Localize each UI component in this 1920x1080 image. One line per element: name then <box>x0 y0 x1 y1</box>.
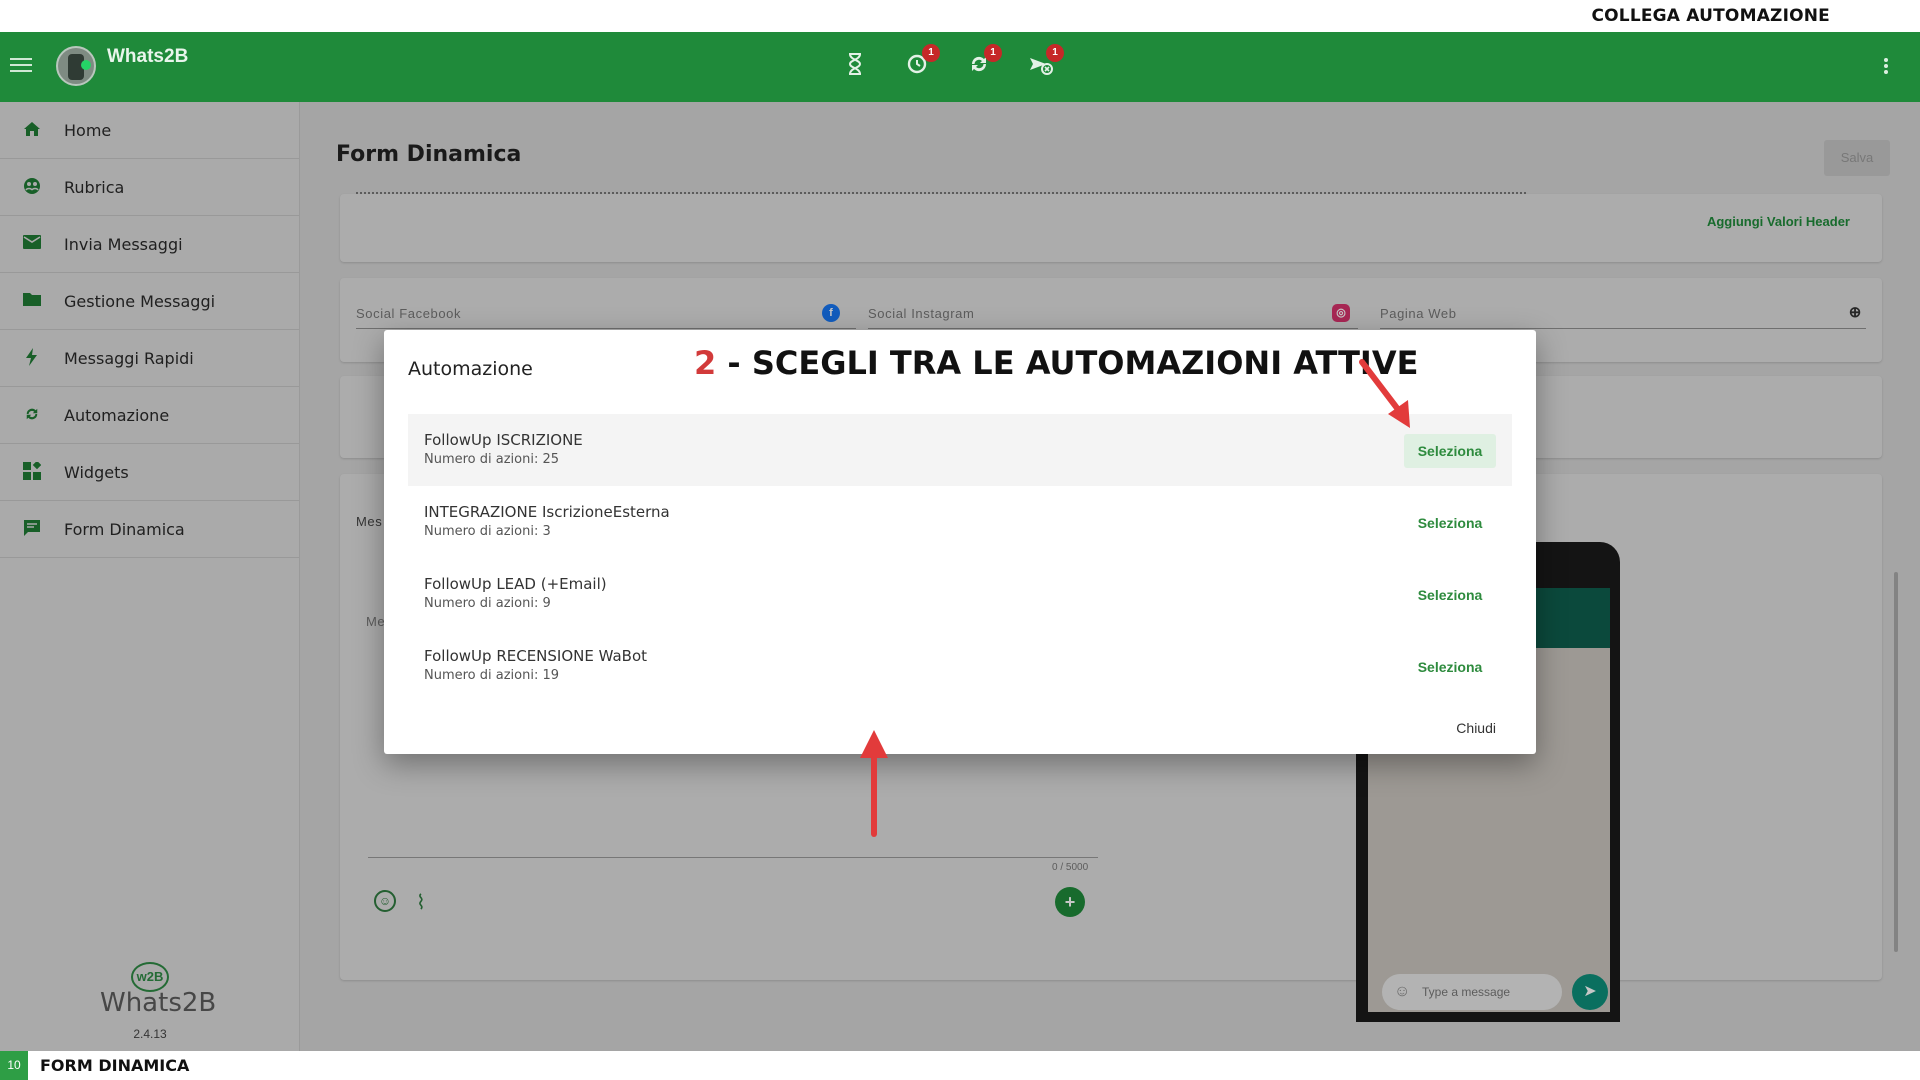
automation-title: FollowUp LEAD (+Email) <box>424 575 607 593</box>
annotation-text: - SCEGLI TRA LE AUTOMAZIONI ATTIVE <box>716 344 1419 382</box>
tutorial-annotation: 2 - SCEGLI TRA LE AUTOMAZIONI ATTIVE <box>694 344 1418 382</box>
avatar[interactable] <box>56 46 96 86</box>
automation-actions-count: Numero di azioni: 9 <box>424 596 551 611</box>
automation-title: FollowUp RECENSIONE WaBot <box>424 647 648 665</box>
hourglass-icon[interactable] <box>840 52 870 82</box>
top-caption-strip: COLLEGA AUTOMAZIONE <box>0 0 1920 32</box>
slide-number: 10 <box>0 1051 28 1080</box>
pointer-arrow-select <box>1359 359 1410 428</box>
app-header: Whats2B 3905519934742 1 1 1 <box>0 32 1920 967</box>
more-options-icon[interactable] <box>1884 56 1890 76</box>
annotation-number: 2 <box>694 344 717 382</box>
automation-actions-count: Numero di azioni: 3 <box>424 524 551 539</box>
menu-icon[interactable] <box>10 54 32 76</box>
select-button[interactable]: Seleziona <box>1404 578 1496 612</box>
automation-list: FollowUp ISCRIZIONE Numero di azioni: 25… <box>408 414 1512 702</box>
sync-icon[interactable]: 1 <box>964 44 1002 82</box>
list-item[interactable]: FollowUp RECENSIONE WaBot Numero di azio… <box>408 630 1512 702</box>
pointer-arrow-modal <box>860 730 888 837</box>
slide-footer: 10 FORM DINAMICA <box>0 1051 1920 1080</box>
select-button[interactable]: Seleziona <box>1404 434 1496 468</box>
automation-title: INTEGRAZIONE IscrizioneEsterna <box>424 503 670 521</box>
slide-caption: COLLEGA AUTOMAZIONE <box>1591 6 1830 26</box>
app-name: Whats2B <box>107 46 189 67</box>
slide-title: FORM DINAMICA <box>40 1056 190 1075</box>
notification-badge: 1 <box>1046 44 1064 62</box>
broadcast-off-icon[interactable]: 1 <box>1026 44 1064 82</box>
clock-refresh-icon[interactable]: 1 <box>902 44 940 82</box>
automation-actions-count: Numero di azioni: 19 <box>424 668 560 683</box>
brand: Whats2B 3905519934742 <box>107 46 1427 967</box>
notification-badge: 1 <box>984 44 1002 62</box>
list-item[interactable]: FollowUp ISCRIZIONE Numero di azioni: 25… <box>408 414 1512 486</box>
select-button[interactable]: Seleziona <box>1404 650 1496 684</box>
list-item[interactable]: INTEGRAZIONE IscrizioneEsterna Numero di… <box>408 486 1512 558</box>
automation-title: FollowUp ISCRIZIONE <box>424 431 583 449</box>
list-item[interactable]: FollowUp LEAD (+Email) Numero di azioni:… <box>408 558 1512 630</box>
select-button[interactable]: Seleziona <box>1404 506 1496 540</box>
automation-actions-count: Numero di azioni: 25 <box>424 452 560 467</box>
modal-title: Automazione <box>408 358 533 380</box>
notification-badge: 1 <box>922 44 940 62</box>
close-button[interactable]: Chiudi <box>1456 720 1496 736</box>
